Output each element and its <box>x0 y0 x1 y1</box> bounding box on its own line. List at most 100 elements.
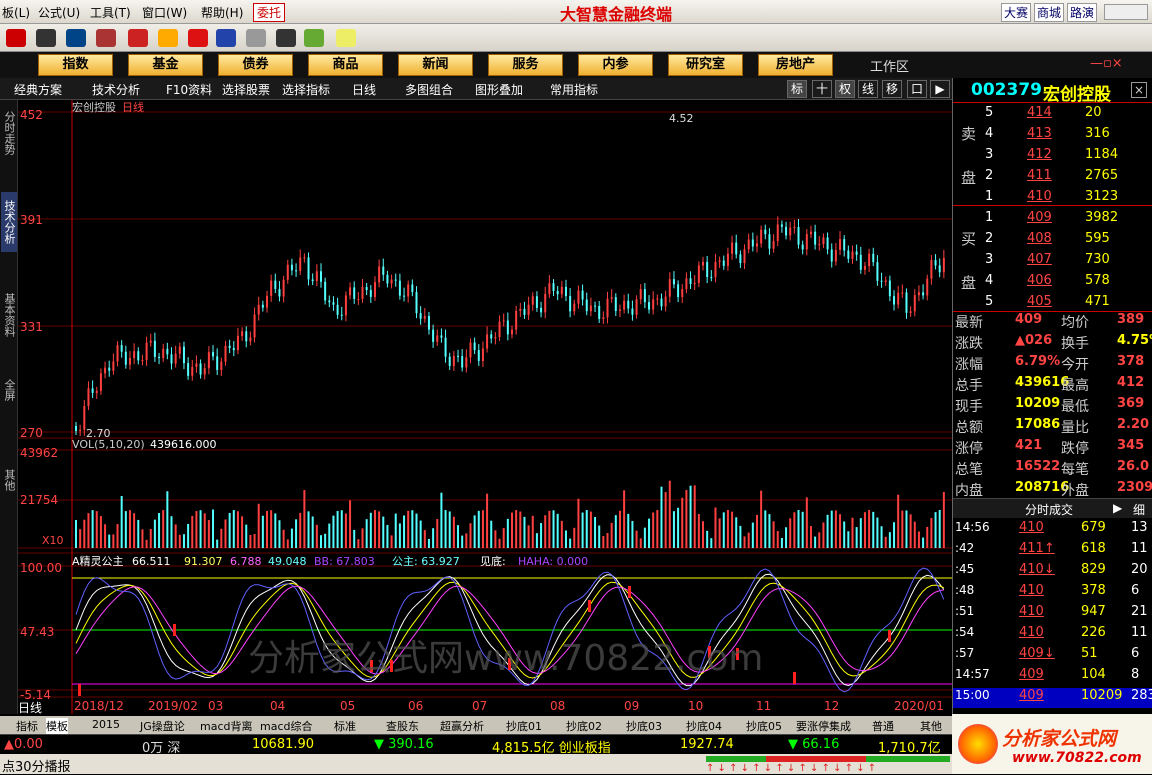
chart-area[interactable]: 宏创控股 日线 452 391 331 270 4.52 2.70 VOL(5,… <box>18 100 952 714</box>
tab-12[interactable]: 抄底04 <box>686 718 722 734</box>
tab-14[interactable]: 要涨停集成 <box>796 718 851 734</box>
trade-time: 14:57 <box>955 667 990 681</box>
multi-chart-menu[interactable]: 多图组合 <box>405 81 453 98</box>
tab-technical[interactable]: 技术分析 <box>1 192 17 252</box>
tab-intraday[interactable]: 分时走势 <box>1 108 17 158</box>
tab-10[interactable]: 抄底02 <box>566 718 602 734</box>
book-price[interactable]: 407 <box>1027 252 1052 267</box>
tab-16[interactable]: 其他 <box>920 718 942 734</box>
panel-controls[interactable]: —▫× <box>1090 56 1123 71</box>
menu-item-help[interactable]: 帮助(H) <box>201 4 243 21</box>
nav-realestate[interactable]: 房地产 <box>758 54 833 76</box>
trade-price[interactable]: 410↓ <box>1019 562 1055 577</box>
book-price[interactable]: 405 <box>1027 294 1052 309</box>
book-price[interactable]: 408 <box>1027 231 1052 246</box>
workspace-label[interactable]: 工作区 <box>870 56 909 75</box>
book-price[interactable]: 409 <box>1027 210 1052 225</box>
book-price[interactable]: 410 <box>1027 189 1052 204</box>
dasai-button[interactable]: 大赛 <box>1001 3 1032 22</box>
tech-analysis-menu[interactable]: 技术分析 <box>92 81 140 98</box>
tab-9[interactable]: 抄底01 <box>506 718 542 734</box>
overlay-menu[interactable]: 图形叠加 <box>475 81 523 98</box>
refresh-icon[interactable] <box>128 29 148 47</box>
tab-fundamental[interactable]: 基本资料 <box>1 285 17 345</box>
crosshair-button[interactable]: 十 <box>812 80 832 98</box>
roadshow-button[interactable]: 路演 <box>1067 3 1098 22</box>
tab-7[interactable]: 查股东 <box>386 718 419 734</box>
tab-6[interactable]: 标准 <box>334 718 356 734</box>
tab-2[interactable]: 2015 <box>92 718 120 731</box>
close-icon[interactable]: × <box>1131 82 1147 98</box>
help-cursor-icon[interactable] <box>336 29 356 47</box>
flag-icon[interactable] <box>96 29 116 47</box>
tab-4[interactable]: macd背离 <box>200 718 253 734</box>
period-menu[interactable]: 日线 <box>352 81 376 98</box>
menu-item-window[interactable]: 窗口(W) <box>142 4 187 21</box>
nav-commodity[interactable]: 商品 <box>308 54 383 76</box>
bond-icon[interactable] <box>216 29 236 47</box>
nav-index[interactable]: 指数 <box>38 54 113 76</box>
grid-icon[interactable] <box>36 29 56 47</box>
play-button[interactable]: ▶ <box>930 80 950 98</box>
trade-price[interactable]: 410 <box>1019 583 1044 598</box>
link-icon[interactable] <box>188 29 208 47</box>
trade-price[interactable]: 410 <box>1019 604 1044 619</box>
select-indicator-menu[interactable]: 选择指标 <box>282 81 330 98</box>
mark-button[interactable]: 标 <box>787 80 807 98</box>
printer-icon[interactable] <box>246 29 266 47</box>
book-price[interactable]: 413 <box>1027 126 1052 141</box>
tab-3[interactable]: JG操盘论 <box>140 718 185 734</box>
scheme-select[interactable]: 经典方案 <box>14 81 62 98</box>
nav-news[interactable]: 新闻 <box>398 54 473 76</box>
trades-nav-button[interactable]: ▶ <box>1113 501 1122 515</box>
tab-5[interactable]: macd综合 <box>260 718 313 734</box>
shop-button[interactable]: 商城 <box>1034 3 1065 22</box>
f10-menu[interactable]: F10资料 <box>166 81 212 98</box>
line-button[interactable]: 线 <box>858 80 878 98</box>
trade-price[interactable]: 410 <box>1019 625 1044 640</box>
select-stock-menu[interactable]: 选择股票 <box>222 81 270 98</box>
trade-price[interactable]: 409 <box>1019 667 1044 682</box>
nav-insider[interactable]: 内参 <box>578 54 653 76</box>
stat-label: 涨停 <box>955 441 983 457</box>
tab-11[interactable]: 抄底03 <box>626 718 662 734</box>
menu-item-board[interactable]: 板(L) <box>2 4 30 21</box>
common-indicator-menu[interactable]: 常用指标 <box>550 81 598 98</box>
tab-8[interactable]: 超赢分析 <box>440 718 484 734</box>
trade-price[interactable]: 411↑ <box>1019 541 1055 556</box>
nav-fund[interactable]: 基金 <box>128 54 203 76</box>
nav-bond[interactable]: 债券 <box>218 54 293 76</box>
window-controls[interactable] <box>1104 4 1148 20</box>
window-icon[interactable] <box>276 29 296 47</box>
binoculars-icon[interactable] <box>66 29 86 47</box>
trade-price[interactable]: 409↓ <box>1019 646 1055 661</box>
book-price[interactable]: 406 <box>1027 273 1052 288</box>
tab-fullscreen[interactable]: 全屏 <box>1 375 17 405</box>
menu-item-formula[interactable]: 公式(U) <box>38 4 80 21</box>
indicator-bb: BB: 67.803 <box>314 555 375 568</box>
diamond-icon[interactable] <box>158 29 178 47</box>
menu-item-tools[interactable]: 工具(T) <box>90 4 131 21</box>
trades-detail-tab[interactable]: 细 <box>1133 501 1145 518</box>
nav-research[interactable]: 研究室 <box>668 54 743 76</box>
move-button[interactable]: 移 <box>882 80 902 98</box>
rights-button[interactable]: 权 <box>835 80 855 98</box>
weituo-button[interactable]: 委托 <box>253 3 286 22</box>
tab-1[interactable]: 模板 <box>46 718 68 734</box>
nav-service[interactable]: 服务 <box>488 54 563 76</box>
trade-price[interactable]: 410 <box>1019 520 1044 535</box>
book-volume: 1184 <box>1085 147 1119 162</box>
book-price[interactable]: 412 <box>1027 147 1052 162</box>
book-price[interactable]: 411 <box>1027 168 1052 183</box>
box-button[interactable]: 口 <box>907 80 927 98</box>
chart-icon[interactable] <box>6 29 26 47</box>
tab-13[interactable]: 抄底05 <box>746 718 782 734</box>
tab-15[interactable]: 普通 <box>872 718 894 734</box>
x-label: 07 <box>472 699 487 713</box>
trade-price[interactable]: 409 <box>1019 688 1044 703</box>
book-price[interactable]: 414 <box>1027 105 1052 120</box>
tab-other[interactable]: 其他 <box>1 465 17 495</box>
books-icon[interactable] <box>304 29 324 47</box>
stat-value: 16522 <box>1015 459 1061 474</box>
tab-0[interactable]: 指标 <box>16 718 38 734</box>
